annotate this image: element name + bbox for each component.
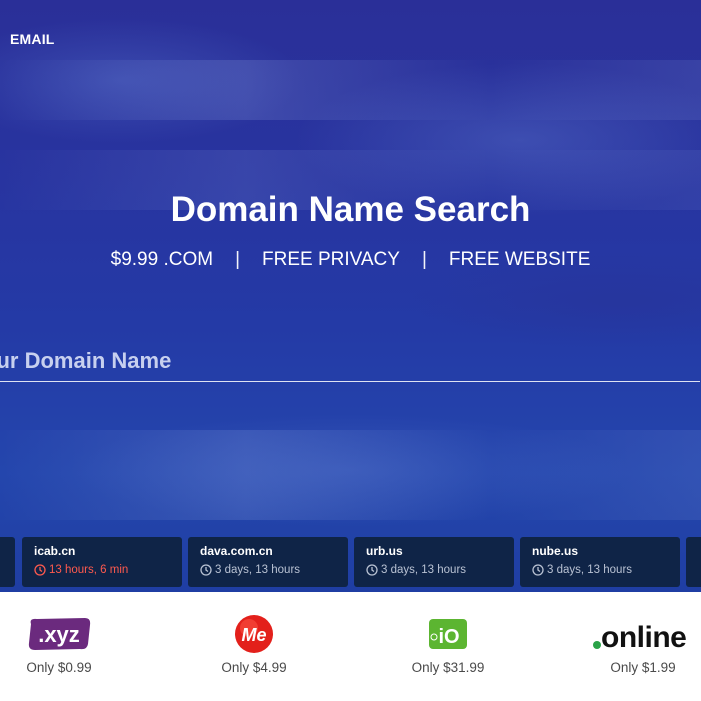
svg-text:iO: iO xyxy=(438,626,459,648)
me-logo-icon: Me xyxy=(235,615,273,653)
auction-domain: nube.us xyxy=(532,544,579,558)
page-title: Domain Name Search xyxy=(170,190,531,229)
tld-price: Only $4.99 xyxy=(221,660,287,675)
online-logo: online xyxy=(563,614,701,654)
tld-price: Only $1.99 xyxy=(610,660,676,675)
feature-free-privacy: FREE PRIVACY xyxy=(262,249,400,270)
auction-card[interactable]: dava.com.cn 3 days, 13 hours xyxy=(188,537,348,587)
feature-com-price: $9.99 .COM xyxy=(110,249,214,270)
io-logo-icon: iO xyxy=(429,619,467,649)
auction-strip: icab.cn 13 hours, 6 min dava.com.cn 3 da… xyxy=(0,537,701,587)
xyz-logo-icon: .xyz xyxy=(28,618,91,650)
auction-domain: icab.cn xyxy=(34,544,76,558)
clock-icon xyxy=(532,564,544,576)
tld-price: Only $0.99 xyxy=(26,660,92,675)
auction-time-left: 13 hours, 6 min xyxy=(34,564,128,576)
io-logo: iO xyxy=(368,614,528,654)
svg-text:.xyz: .xyz xyxy=(38,622,80,647)
svg-text:Me: Me xyxy=(241,625,266,645)
feature-free-website: FREE WEBSITE xyxy=(448,249,591,270)
feature-separator: | xyxy=(421,249,427,270)
auction-domain: dava.com.cn xyxy=(200,544,273,558)
hero-section: EMAIL Domain Name Search $9.99 .COM | FR… xyxy=(0,0,701,592)
xyz-logo: .xyz xyxy=(0,614,139,654)
cloud-layer xyxy=(0,430,701,520)
domain-search-input[interactable] xyxy=(0,340,700,382)
auction-time-left: 3 days, 13 hours xyxy=(532,564,632,576)
online-logo-icon: online xyxy=(593,621,687,653)
svg-text:online: online xyxy=(601,621,686,653)
tld-online[interactable]: online Only $1.99 xyxy=(563,614,701,675)
feature-separator: | xyxy=(235,249,240,270)
nav-email-link[interactable]: EMAIL xyxy=(10,31,55,47)
clock-icon xyxy=(34,564,46,576)
auction-card[interactable]: icab.cn 13 hours, 6 min xyxy=(22,537,182,587)
clock-icon xyxy=(200,564,212,576)
auction-time-left: 3 days, 13 hours xyxy=(366,564,466,576)
auction-domain: urb.us xyxy=(366,544,403,558)
cloud-layer xyxy=(0,60,701,120)
auction-card-partial[interactable] xyxy=(686,537,701,587)
auction-time-text: 13 hours, 6 min xyxy=(49,564,129,576)
feature-list: $9.99 .COM | FREE PRIVACY | FREE WEBSITE xyxy=(0,249,701,271)
auction-card[interactable]: nube.us 3 days, 13 hours xyxy=(520,537,680,587)
auction-time-text: 3 days, 13 hours xyxy=(381,564,467,576)
tld-promo-bar: .xyz Only $0.99 Me Only $4.99 iO Only $3… xyxy=(0,592,701,701)
auction-time-text: 3 days, 13 hours xyxy=(215,564,301,576)
auction-card-partial[interactable] xyxy=(0,537,15,587)
tld-xyz[interactable]: .xyz Only $0.99 xyxy=(0,614,139,675)
tld-me[interactable]: Me Only $4.99 xyxy=(174,614,334,675)
clock-icon xyxy=(366,564,378,576)
auction-card[interactable]: urb.us 3 days, 13 hours xyxy=(354,537,514,587)
tld-io[interactable]: iO Only $31.99 xyxy=(368,614,528,675)
me-logo: Me xyxy=(174,614,334,654)
tld-price: Only $31.99 xyxy=(411,660,485,675)
auction-time-text: 3 days, 13 hours xyxy=(547,564,633,576)
auction-time-left: 3 days, 13 hours xyxy=(200,564,300,576)
